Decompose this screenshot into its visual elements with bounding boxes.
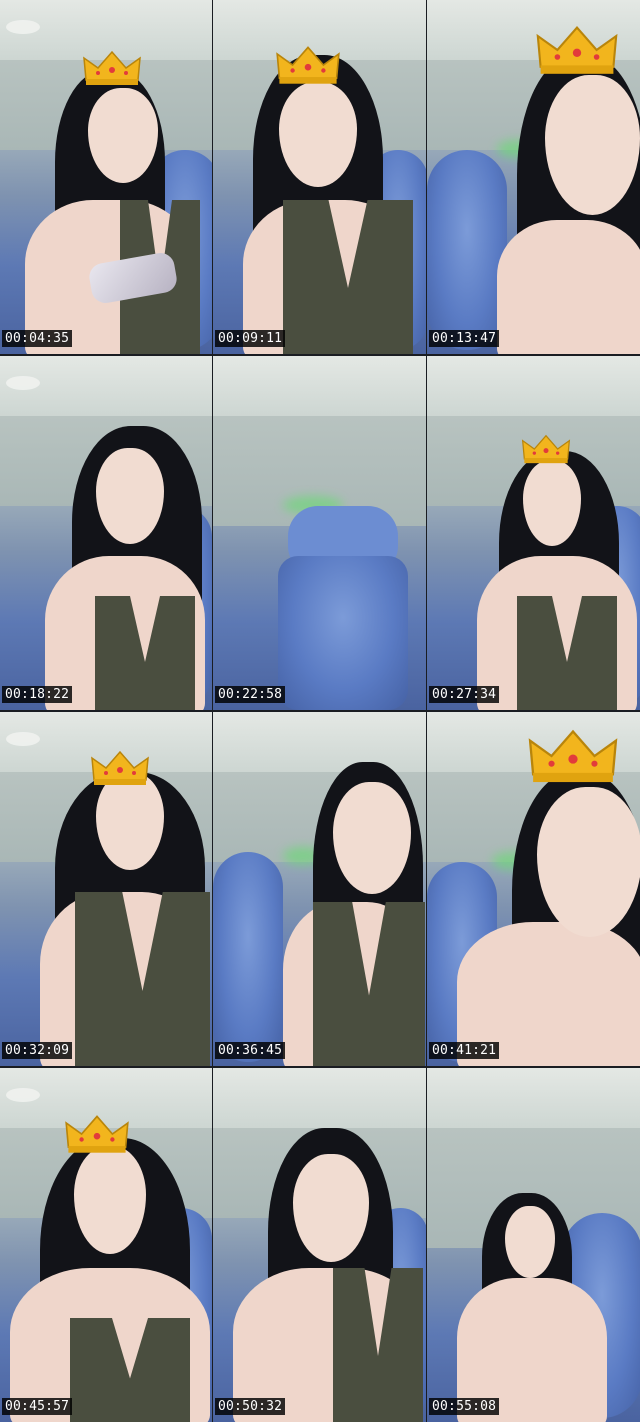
- crown-icon: [521, 434, 571, 464]
- video-frame[interactable]: 00:27:34: [427, 356, 640, 710]
- video-thumbnail-grid: 00:04:35 00:09:11 00:13:47 00:18:22 00:2…: [0, 0, 640, 1422]
- timestamp: 00:13:47: [429, 330, 500, 347]
- timestamp: 00:55:08: [429, 1398, 500, 1415]
- timestamp: 00:27:34: [429, 686, 500, 703]
- crown-icon: [536, 26, 618, 74]
- timestamp: 00:32:09: [2, 1042, 73, 1059]
- video-frame[interactable]: 00:32:09: [0, 712, 212, 1066]
- video-frame[interactable]: 00:41:21: [427, 712, 640, 1066]
- gaming-chair: [427, 150, 507, 350]
- timestamp: 00:09:11: [215, 330, 286, 347]
- gaming-chair: [213, 852, 283, 1062]
- crown-icon: [91, 750, 149, 785]
- crown-icon: [276, 46, 340, 84]
- video-frame[interactable]: 00:13:47: [427, 0, 640, 354]
- timestamp: 00:36:45: [215, 1042, 286, 1059]
- video-frame[interactable]: 00:36:45: [213, 712, 426, 1066]
- video-frame[interactable]: 00:04:35: [0, 0, 212, 354]
- ceiling-lamp: [6, 20, 40, 34]
- ceiling: [213, 1068, 426, 1128]
- video-frame[interactable]: 00:45:57: [0, 1068, 212, 1422]
- timestamp: 00:04:35: [2, 330, 73, 347]
- video-frame[interactable]: 00:50:32: [213, 1068, 426, 1422]
- crown-icon: [83, 50, 141, 85]
- video-frame[interactable]: 00:55:08: [427, 1068, 640, 1422]
- video-frame[interactable]: 00:18:22: [0, 356, 212, 710]
- timestamp: 00:22:58: [215, 686, 286, 703]
- timestamp: 00:41:21: [429, 1042, 500, 1059]
- ceiling: [427, 1068, 640, 1128]
- ceiling: [213, 356, 426, 416]
- ceiling-lamp: [6, 1088, 40, 1102]
- timestamp: 00:45:57: [2, 1398, 73, 1415]
- crown-icon: [528, 729, 618, 783]
- crown-icon: [65, 1115, 129, 1153]
- video-frame[interactable]: 00:22:58: [213, 356, 426, 710]
- gaming-chair: [278, 556, 408, 710]
- timestamp: 00:18:22: [2, 686, 73, 703]
- body: [497, 220, 640, 354]
- ceiling-lamp: [6, 732, 40, 746]
- ceiling-lamp: [6, 376, 40, 390]
- timestamp: 00:50:32: [215, 1398, 286, 1415]
- ceiling: [427, 356, 640, 416]
- video-frame[interactable]: 00:09:11: [213, 0, 426, 354]
- ceiling: [213, 712, 426, 772]
